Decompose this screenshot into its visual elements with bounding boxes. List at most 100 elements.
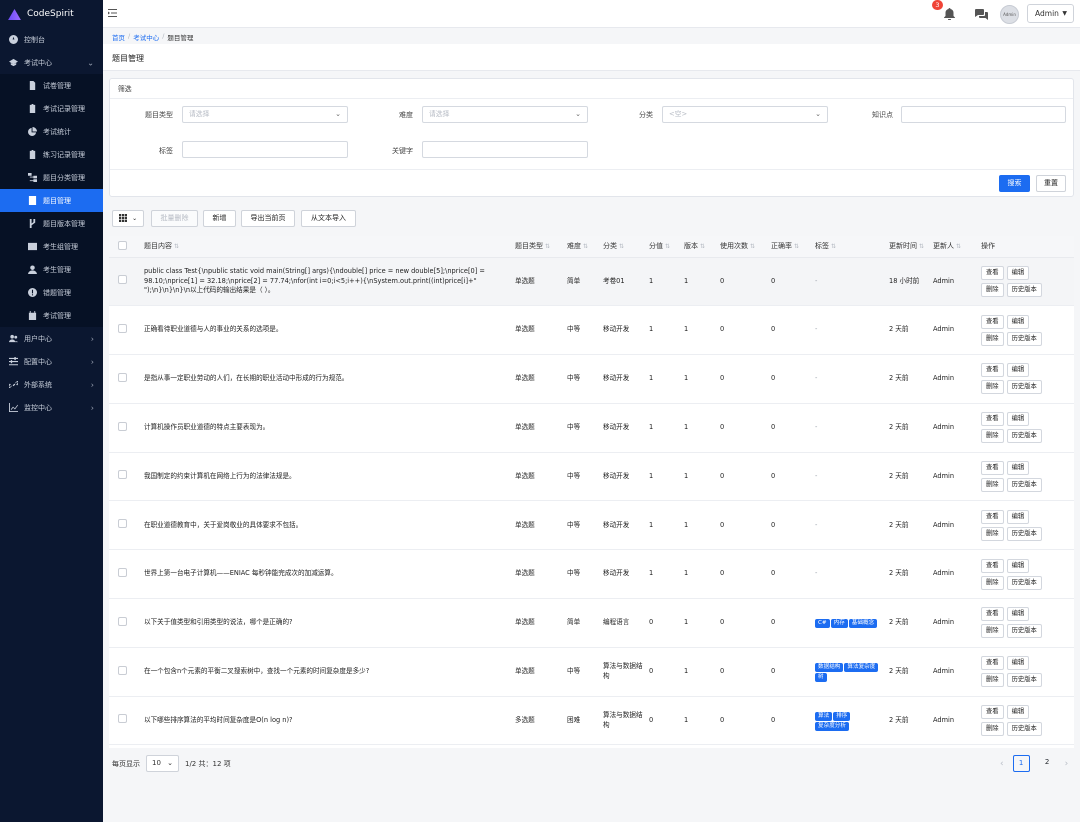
column-header[interactable]: 更新人 ⇅ (929, 236, 977, 258)
export-page-button[interactable]: 导出当前页 (241, 210, 295, 227)
view-button[interactable]: 查看 (981, 412, 1004, 427)
edit-button[interactable]: 编辑 (1006, 705, 1030, 720)
sidebar-item-candidate-groups[interactable]: 考生组管理 (0, 235, 103, 258)
reset-button[interactable]: 重置 (1036, 175, 1066, 192)
column-toggle-button[interactable]: ⌄ (112, 210, 144, 227)
column-header[interactable]: 题目内容 ⇅ (140, 236, 511, 258)
breadcrumb-section[interactable]: 考试中心 (133, 32, 159, 42)
history-button[interactable]: 历史版本 (1006, 673, 1042, 688)
sidebar-item-user-center[interactable]: 用户中心 › (0, 327, 103, 350)
row-checkbox[interactable] (118, 567, 127, 577)
view-button[interactable]: 查看 (981, 314, 1004, 329)
sidebar-item-config-center[interactable]: 配置中心 › (0, 350, 103, 373)
difficulty-select[interactable]: 请选择 ⌄ (422, 106, 588, 123)
sidebar-item-practice-records[interactable]: 练习记录管理 (0, 143, 103, 166)
history-button[interactable]: 历史版本 (1006, 478, 1042, 493)
history-button[interactable]: 历史版本 (1006, 575, 1042, 590)
delete-button[interactable]: 删除 (981, 526, 1004, 541)
bell-icon[interactable] (943, 8, 956, 20)
sidebar-item-exam-stats[interactable]: 考试统计 (0, 120, 103, 143)
menu-toggle-icon[interactable] (108, 8, 117, 18)
column-header[interactable]: 使用次数 ⇅ (716, 236, 767, 258)
keyword-input[interactable] (422, 141, 588, 158)
category-select[interactable]: <空> ⌄ (662, 106, 828, 123)
batch-delete-button[interactable]: 批量删除 (151, 210, 198, 227)
sidebar-item-exam-management[interactable]: 考试管理 (0, 304, 103, 327)
sidebar-item-paper-management[interactable]: 试卷管理 (0, 74, 103, 97)
sidebar-item-wrong-questions[interactable]: 错题管理 (0, 281, 103, 304)
next-page-icon[interactable]: › (1065, 759, 1069, 769)
view-button[interactable]: 查看 (981, 656, 1004, 671)
view-button[interactable]: 查看 (981, 607, 1004, 622)
sidebar-item-question-categories[interactable]: 题目分类管理 (0, 166, 103, 189)
edit-button[interactable]: 编辑 (1006, 412, 1030, 427)
edit-button[interactable]: 编辑 (1006, 265, 1030, 280)
row-checkbox[interactable] (118, 372, 127, 382)
delete-button[interactable]: 删除 (981, 282, 1004, 297)
import-text-button[interactable]: 从文本导入 (301, 210, 356, 227)
view-button[interactable]: 查看 (981, 509, 1004, 524)
user-menu-button[interactable]: Admin ▼ (1027, 4, 1074, 23)
history-button[interactable]: 历史版本 (1006, 526, 1042, 541)
per-page-select[interactable]: 10 ⌄ (146, 755, 179, 772)
column-header[interactable]: 难度 ⇅ (563, 236, 599, 258)
delete-button[interactable]: 删除 (981, 624, 1004, 639)
sidebar-item-dashboard[interactable]: 控制台 (0, 28, 103, 51)
row-checkbox[interactable] (118, 616, 127, 626)
delete-button[interactable]: 删除 (981, 331, 1004, 346)
avatar[interactable]: Admin (1000, 5, 1019, 24)
row-checkbox[interactable] (118, 275, 127, 285)
column-header[interactable]: 标签 ⇅ (811, 236, 885, 258)
row-checkbox[interactable] (118, 714, 127, 724)
sidebar-item-question-versions[interactable]: 题目版本管理 (0, 212, 103, 235)
search-button[interactable]: 搜索 (999, 175, 1030, 192)
delete-button[interactable]: 删除 (981, 575, 1004, 590)
edit-button[interactable]: 编辑 (1006, 607, 1030, 622)
view-button[interactable]: 查看 (981, 461, 1004, 476)
delete-button[interactable]: 删除 (981, 673, 1004, 688)
tag-input[interactable] (182, 141, 348, 158)
history-button[interactable]: 历史版本 (1006, 380, 1042, 395)
add-button[interactable]: 新增 (203, 210, 236, 227)
column-header[interactable]: 更新时间 ⇅ (885, 236, 929, 258)
row-checkbox[interactable] (118, 421, 127, 431)
history-button[interactable]: 历史版本 (1006, 722, 1042, 737)
knowledge-input[interactable] (901, 106, 1066, 123)
edit-button[interactable]: 编辑 (1006, 314, 1030, 329)
edit-button[interactable]: 编辑 (1006, 363, 1030, 378)
select-all-checkbox[interactable] (118, 240, 127, 250)
history-button[interactable]: 历史版本 (1006, 331, 1042, 346)
row-checkbox[interactable] (118, 470, 127, 480)
column-header[interactable]: 分值 ⇅ (645, 236, 680, 258)
edit-button[interactable]: 编辑 (1006, 558, 1030, 573)
column-header[interactable]: 题目类型 ⇅ (511, 236, 563, 258)
sidebar-item-question-management[interactable]: 题目管理 (0, 189, 103, 212)
history-button[interactable]: 历史版本 (1006, 282, 1042, 297)
app-logo[interactable]: CodeSpirit (0, 0, 103, 28)
view-button[interactable]: 查看 (981, 705, 1004, 720)
edit-button[interactable]: 编辑 (1006, 656, 1030, 671)
delete-button[interactable]: 删除 (981, 380, 1004, 395)
page-button-1[interactable]: 1 (1012, 755, 1030, 772)
delete-button[interactable]: 删除 (981, 478, 1004, 493)
row-checkbox[interactable] (118, 519, 127, 529)
history-button[interactable]: 历史版本 (1006, 624, 1042, 639)
sidebar-item-exam-records[interactable]: 考试记录管理 (0, 97, 103, 120)
edit-button[interactable]: 编辑 (1006, 461, 1030, 476)
view-button[interactable]: 查看 (981, 265, 1004, 280)
history-button[interactable]: 历史版本 (1006, 429, 1042, 444)
chat-icon[interactable] (975, 9, 988, 20)
view-button[interactable]: 查看 (981, 363, 1004, 378)
delete-button[interactable]: 删除 (981, 722, 1004, 737)
column-header[interactable]: 版本 ⇅ (680, 236, 716, 258)
breadcrumb-home[interactable]: 首页 (112, 32, 125, 42)
sidebar-item-candidates[interactable]: 考生管理 (0, 258, 103, 281)
sidebar-item-external-systems[interactable]: 外部系统 › (0, 373, 103, 396)
column-header[interactable]: 分类 ⇅ (599, 236, 645, 258)
view-button[interactable]: 查看 (981, 558, 1004, 573)
delete-button[interactable]: 删除 (981, 429, 1004, 444)
column-header[interactable]: 正确率 ⇅ (767, 236, 811, 258)
row-checkbox[interactable] (118, 665, 127, 675)
sidebar-item-monitor-center[interactable]: 监控中心 › (0, 396, 103, 419)
question-type-select[interactable]: 请选择 ⌄ (182, 106, 348, 123)
